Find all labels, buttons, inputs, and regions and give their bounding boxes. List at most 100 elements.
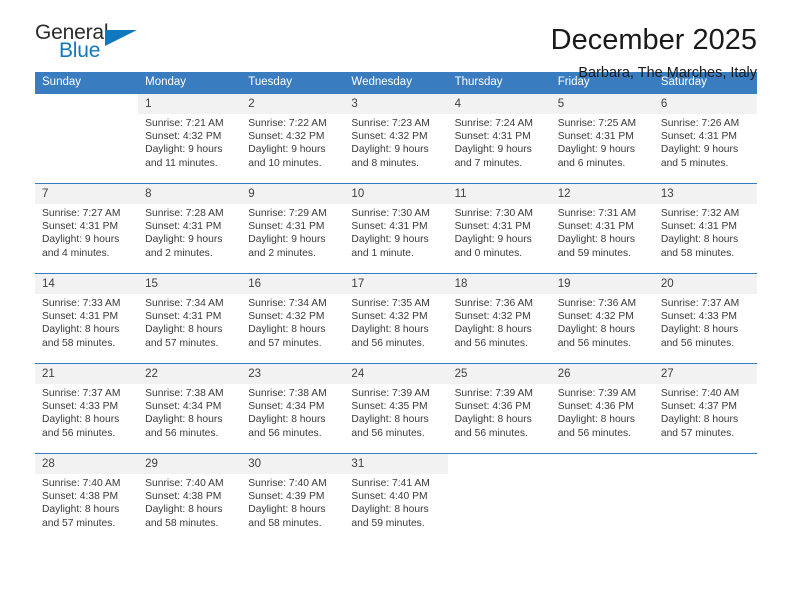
weekday-header-tuesday: Tuesday [241,72,345,94]
day-cell-inner: 19 Sunrise: 7:36 AM Sunset: 4:32 PM Dayli… [550,274,654,363]
calendar-day-cell[interactable]: 17 Sunrise: 7:35 AM Sunset: 4:32 PM Dayli… [344,273,448,364]
day-number: 10 [344,184,448,204]
day-number: 17 [344,274,448,294]
calendar-day-cell[interactable]: 10 Sunrise: 7:30 AM Sunset: 4:31 PM Dayli… [344,183,448,274]
day-cell-inner: 28 Sunrise: 7:40 AM Sunset: 4:38 PM Dayli… [35,454,139,546]
day-detail: Sunrise: 7:32 AM Sunset: 4:31 PM Dayligh… [660,208,740,259]
day-cell-inner: 9 Sunrise: 7:29 AM Sunset: 4:31 PM Daylig… [241,184,345,273]
calendar-day-cell[interactable]: 27 Sunrise: 7:40 AM Sunset: 4:37 PM Dayli… [653,363,757,454]
day-number: 31 [344,454,448,474]
calendar-day-cell[interactable]: 14 Sunrise: 7:33 AM Sunset: 4:31 PM Dayli… [35,273,139,364]
day-number: 20 [653,274,757,294]
calendar-day-cell[interactable] [35,93,139,184]
day-number: 13 [653,184,757,204]
weekday-header-thursday: Thursday [447,72,551,94]
calendar-day-cell[interactable]: 8 Sunrise: 7:28 AM Sunset: 4:31 PM Daylig… [138,183,242,274]
day-cell-inner: 12 Sunrise: 7:31 AM Sunset: 4:31 PM Dayli… [550,184,654,273]
day-detail: Sunrise: 7:34 AM Sunset: 4:32 PM Dayligh… [248,298,327,349]
day-number: 22 [138,364,242,384]
calendar-day-cell[interactable]: 20 Sunrise: 7:37 AM Sunset: 4:33 PM Dayli… [653,273,757,364]
calendar-day-cell[interactable] [550,453,654,546]
day-detail: Sunrise: 7:36 AM Sunset: 4:32 PM Dayligh… [557,298,637,349]
calendar-day-cell[interactable]: 1 Sunrise: 7:21 AM Sunset: 4:32 PM Daylig… [138,93,242,184]
calendar-day-cell[interactable]: 31 Sunrise: 7:41 AM Sunset: 4:40 PM Dayli… [344,453,448,546]
day-cell-inner: 20 Sunrise: 7:37 AM Sunset: 4:33 PM Dayli… [653,274,757,363]
calendar-day-cell[interactable]: 4 Sunrise: 7:24 AM Sunset: 4:31 PM Daylig… [447,93,551,184]
day-detail: Sunrise: 7:22 AM Sunset: 4:32 PM Dayligh… [248,118,327,169]
day-cell-inner: 23 Sunrise: 7:38 AM Sunset: 4:34 PM Dayli… [241,364,345,453]
brand-logo[interactable]: General Blue [35,22,145,68]
calendar-day-cell[interactable]: 7 Sunrise: 7:27 AM Sunset: 4:31 PM Daylig… [35,183,139,274]
calendar-day-cell[interactable]: 28 Sunrise: 7:40 AM Sunset: 4:38 PM Dayli… [35,453,139,546]
calendar-day-cell[interactable] [653,453,757,546]
day-cell-inner: 15 Sunrise: 7:34 AM Sunset: 4:31 PM Dayli… [138,274,242,363]
calendar-day-cell[interactable]: 19 Sunrise: 7:36 AM Sunset: 4:32 PM Dayli… [550,273,654,364]
triangle-icon [105,30,137,46]
day-number: 9 [241,184,345,204]
day-cell-inner: 8 Sunrise: 7:28 AM Sunset: 4:31 PM Daylig… [138,184,242,273]
day-number: 24 [344,364,448,384]
day-detail: Sunrise: 7:39 AM Sunset: 4:36 PM Dayligh… [557,388,637,439]
day-detail [448,474,551,477]
calendar-day-cell[interactable]: 2 Sunrise: 7:22 AM Sunset: 4:32 PM Daylig… [241,93,345,184]
day-number [551,454,654,474]
day-number: 6 [653,94,757,114]
day-detail: Sunrise: 7:41 AM Sunset: 4:40 PM Dayligh… [351,478,430,529]
calendar-table: Sunday Monday Tuesday Wednesday Thursday… [35,72,757,546]
day-detail: Sunrise: 7:23 AM Sunset: 4:32 PM Dayligh… [351,118,430,169]
calendar-day-cell[interactable]: 29 Sunrise: 7:40 AM Sunset: 4:38 PM Dayli… [138,453,242,546]
day-cell-inner: 13 Sunrise: 7:32 AM Sunset: 4:31 PM Dayli… [653,184,757,273]
day-detail: Sunrise: 7:28 AM Sunset: 4:31 PM Dayligh… [145,208,224,259]
day-number [654,454,757,474]
day-detail [551,474,654,477]
day-cell-inner: 1 Sunrise: 7:21 AM Sunset: 4:32 PM Daylig… [138,94,242,183]
calendar-day-cell[interactable]: 5 Sunrise: 7:25 AM Sunset: 4:31 PM Daylig… [550,93,654,184]
day-number: 8 [138,184,242,204]
day-cell-inner [551,454,654,546]
calendar-day-cell[interactable]: 22 Sunrise: 7:38 AM Sunset: 4:34 PM Dayli… [138,363,242,454]
day-number: 30 [241,454,345,474]
calendar-day-cell[interactable]: 25 Sunrise: 7:39 AM Sunset: 4:36 PM Dayli… [447,363,551,454]
day-detail: Sunrise: 7:40 AM Sunset: 4:38 PM Dayligh… [145,478,224,529]
calendar-day-cell[interactable] [447,453,551,546]
day-number: 3 [344,94,448,114]
calendar-week-row: 1 Sunrise: 7:21 AM Sunset: 4:32 PM Daylig… [35,93,757,184]
calendar-day-cell[interactable]: 23 Sunrise: 7:38 AM Sunset: 4:34 PM Dayli… [241,363,345,454]
calendar-week-row: 28 Sunrise: 7:40 AM Sunset: 4:38 PM Dayli… [35,453,757,546]
day-number: 11 [447,184,551,204]
day-number: 16 [241,274,345,294]
day-number [35,94,138,114]
day-cell-inner: 30 Sunrise: 7:40 AM Sunset: 4:39 PM Dayli… [241,454,345,546]
calendar-day-cell[interactable]: 21 Sunrise: 7:37 AM Sunset: 4:33 PM Dayli… [35,363,139,454]
day-number: 27 [653,364,757,384]
day-detail: Sunrise: 7:37 AM Sunset: 4:33 PM Dayligh… [660,298,740,349]
calendar-day-cell[interactable]: 15 Sunrise: 7:34 AM Sunset: 4:31 PM Dayli… [138,273,242,364]
calendar-day-cell[interactable]: 24 Sunrise: 7:39 AM Sunset: 4:35 PM Dayli… [344,363,448,454]
calendar-day-cell[interactable]: 9 Sunrise: 7:29 AM Sunset: 4:31 PM Daylig… [241,183,345,274]
calendar-day-cell[interactable]: 11 Sunrise: 7:30 AM Sunset: 4:31 PM Dayli… [447,183,551,274]
weekday-header-wednesday: Wednesday [344,72,448,94]
day-cell-inner: 21 Sunrise: 7:37 AM Sunset: 4:33 PM Dayli… [35,364,139,453]
day-detail: Sunrise: 7:40 AM Sunset: 4:39 PM Dayligh… [248,478,327,529]
calendar-day-cell[interactable]: 12 Sunrise: 7:31 AM Sunset: 4:31 PM Dayli… [550,183,654,274]
day-detail: Sunrise: 7:39 AM Sunset: 4:35 PM Dayligh… [351,388,430,439]
page-header: General Blue December 2025 Barbara, The … [35,0,757,81]
day-detail: Sunrise: 7:40 AM Sunset: 4:38 PM Dayligh… [42,478,121,529]
day-detail: Sunrise: 7:29 AM Sunset: 4:31 PM Dayligh… [248,208,327,259]
calendar-day-cell[interactable]: 13 Sunrise: 7:32 AM Sunset: 4:31 PM Dayli… [653,183,757,274]
day-detail [35,114,138,117]
day-detail: Sunrise: 7:34 AM Sunset: 4:31 PM Dayligh… [145,298,224,349]
calendar-day-cell[interactable]: 3 Sunrise: 7:23 AM Sunset: 4:32 PM Daylig… [344,93,448,184]
calendar-day-cell[interactable]: 18 Sunrise: 7:36 AM Sunset: 4:32 PM Dayli… [447,273,551,364]
day-number: 29 [138,454,242,474]
calendar-day-cell[interactable]: 26 Sunrise: 7:39 AM Sunset: 4:36 PM Dayli… [550,363,654,454]
day-detail: Sunrise: 7:39 AM Sunset: 4:36 PM Dayligh… [454,388,533,439]
calendar-day-cell[interactable]: 6 Sunrise: 7:26 AM Sunset: 4:31 PM Daylig… [653,93,757,184]
weekday-header-monday: Monday [138,72,242,94]
calendar-day-cell[interactable]: 16 Sunrise: 7:34 AM Sunset: 4:32 PM Dayli… [241,273,345,364]
calendar-day-cell[interactable]: 30 Sunrise: 7:40 AM Sunset: 4:39 PM Dayli… [241,453,345,546]
day-number: 18 [447,274,551,294]
day-detail: Sunrise: 7:31 AM Sunset: 4:31 PM Dayligh… [557,208,637,259]
day-cell-inner: 14 Sunrise: 7:33 AM Sunset: 4:31 PM Dayli… [35,274,139,363]
day-number: 12 [550,184,654,204]
